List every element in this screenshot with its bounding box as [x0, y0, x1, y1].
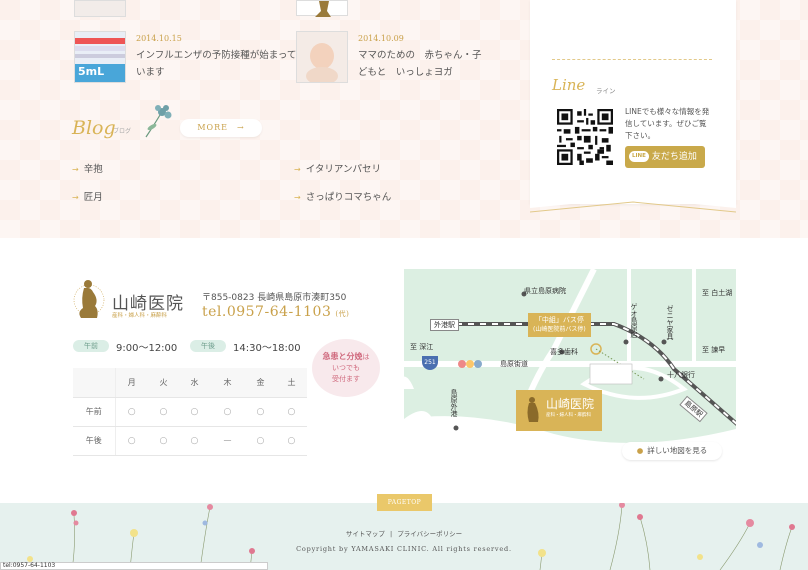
- schedule-cell: ○: [244, 426, 276, 456]
- news-date-2: 2014.10.09: [358, 34, 404, 43]
- schedule-cell: ○: [115, 426, 148, 456]
- map-label-fukae: 至 深江: [410, 343, 434, 351]
- map-label-kaido: 島原街道: [500, 360, 528, 368]
- map-label-gaikou: 島原外港: [450, 389, 458, 417]
- blog-link-2[interactable]: → イタリアンパセリ: [294, 161, 381, 175]
- schedule-day: 月: [115, 368, 148, 398]
- schedule-day: 火: [147, 368, 179, 398]
- urgent-badge: 急患と分娩は いつでも 受付ます: [312, 339, 380, 397]
- flower-icon: [145, 105, 172, 138]
- mother-icon: [315, 1, 331, 17]
- clinic-departments: 産科・婦人科・麻酔科: [112, 313, 168, 319]
- arrow-right-icon: →: [72, 193, 79, 202]
- privacy-link[interactable]: プライバシーポリシー: [397, 530, 462, 538]
- clinic-logo-icon[interactable]: [73, 278, 105, 320]
- line-add-friend-button[interactable]: LINE 友だち追加: [625, 146, 705, 168]
- schedule-header-row: 月 火 水 木 金 土: [73, 368, 307, 398]
- map-label-shiratsuchi: 至 白土湖: [702, 289, 733, 297]
- schedule-cell: ー: [209, 426, 245, 456]
- map-label-isahaya: 至 諫早: [702, 346, 726, 354]
- blog-link-4[interactable]: → さっぱりコマちゃん: [294, 189, 391, 203]
- arrow-right-icon: →: [294, 193, 301, 202]
- map-label-hospital: 県立島原病院: [524, 287, 566, 295]
- news-title-2[interactable]: ママのための 赤ちゃん・子どもと いっしょヨガ: [358, 47, 490, 81]
- hours-am-label: 午前: [73, 340, 109, 352]
- baby-image-icon: [297, 32, 347, 85]
- hours-am-time: 9:00〜12:00: [116, 343, 178, 354]
- sitemap-link[interactable]: サイトマップ: [346, 530, 385, 538]
- schedule-cell: ○: [115, 397, 148, 427]
- blog-subheading: ブログ: [113, 128, 132, 135]
- line-description: LINEでも様々な情報を発信しています。ぜひご覧下さい。: [625, 107, 710, 140]
- map-label-zeniya: ゼニヤ家具: [666, 305, 674, 340]
- pagetop-button[interactable]: PAGETOP: [377, 494, 432, 511]
- schedule-row-label: 午前: [73, 397, 116, 427]
- schedule-cell: ○: [275, 426, 307, 456]
- map-label-gaisoeki: 外港駅: [430, 319, 459, 331]
- schedule-corner: [73, 368, 116, 398]
- blog-more-button[interactable]: MORE →: [180, 119, 262, 137]
- schedule-row-label: 午後: [73, 426, 116, 456]
- map-label-juhachi: 十八銀行: [667, 371, 695, 379]
- schedule-cell: ○: [209, 397, 245, 427]
- line-subheading: ライン: [596, 87, 616, 95]
- vaccine-label: 5mL: [78, 65, 105, 78]
- line-heading: Line: [552, 76, 586, 94]
- blog-heading: Blog: [72, 117, 116, 139]
- schedule-day: 木: [209, 368, 245, 398]
- map-bus-stop: 「中組」バス停 (山崎医院前バス停): [528, 313, 591, 337]
- map-label-dental: 喜多歯科: [550, 348, 578, 356]
- schedule-table: 月 火 水 木 金 土 午前 ○ ○ ○ ○ ○ ○ 午後 ○ ○ ○ ー ○ …: [73, 368, 307, 456]
- news-thumb-partial-1[interactable]: [74, 0, 126, 17]
- line-badge-icon: LINE: [629, 151, 649, 162]
- news-date-1: 2014.10.15: [136, 34, 182, 43]
- schedule-day: 金: [244, 368, 276, 398]
- hours-pm-label: 午後: [190, 340, 226, 352]
- schedule-cell: ○: [147, 426, 179, 456]
- hours-pm-time: 14:30〜18:00: [233, 343, 301, 354]
- pin-icon: ●: [636, 446, 644, 455]
- blog-link-3[interactable]: → 匠月: [72, 189, 103, 203]
- schedule-row-am: 午前 ○ ○ ○ ○ ○ ○: [73, 397, 307, 427]
- news-thumb-1[interactable]: 5mL: [74, 31, 126, 83]
- copyright: Copyright by YAMASAKI CLINIC. All rights…: [296, 545, 512, 553]
- map-label-pharmacy: ゲオ島原店: [630, 303, 638, 338]
- schedule-day: 水: [178, 368, 210, 398]
- schedule-cell: ○: [147, 397, 179, 427]
- clinic-address: 〒855-0823 長崎県島原市湊町350: [202, 293, 347, 303]
- arrow-right-icon: →: [72, 165, 79, 174]
- footer-links: サイトマップ | プライバシーポリシー: [0, 528, 808, 538]
- map-clinic-marker: 山崎医院 産科・婦人科・麻酔科: [516, 390, 602, 431]
- schedule-cell: ○: [178, 397, 210, 427]
- schedule-row-pm: 午後 ○ ○ ○ ー ○ ○: [73, 426, 307, 456]
- browser-status-bar: tel:0957-64-1103: [0, 562, 268, 570]
- news-title-1[interactable]: インフルエンザの予防接種が始まっています: [136, 47, 304, 81]
- arrow-right-icon: →: [294, 165, 301, 174]
- panel-ribbon-edge: [530, 194, 736, 213]
- blog-link-1[interactable]: → 辛抱: [72, 161, 103, 175]
- news-thumb-2[interactable]: [296, 31, 348, 85]
- clinic-phone[interactable]: tel.0957-64-1103 (代): [202, 304, 349, 320]
- footer-separator: |: [389, 530, 393, 538]
- news-thumb-partial-2[interactable]: [296, 0, 348, 17]
- schedule-cell: ○: [244, 397, 276, 427]
- line-panel: [530, 0, 736, 204]
- schedule-day: 土: [275, 368, 307, 398]
- map-detail-button[interactable]: ● 詳しい地図を見る: [622, 442, 722, 460]
- schedule-cell: ○: [178, 426, 210, 456]
- panel-divider: [552, 59, 712, 60]
- schedule-cell: ○: [275, 397, 307, 427]
- clinic-marker-logo-icon: [527, 397, 539, 422]
- qr-code-icon[interactable]: [557, 109, 613, 165]
